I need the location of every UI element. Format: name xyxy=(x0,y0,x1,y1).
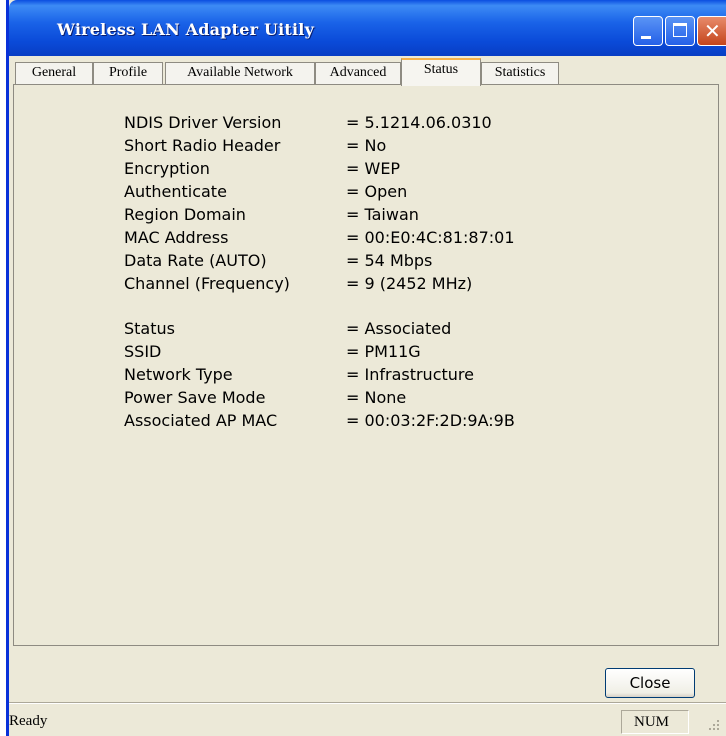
info-label: Channel (Frequency) xyxy=(124,274,290,293)
minimize-icon xyxy=(641,36,651,39)
tab-available-network[interactable]: Available Network xyxy=(165,62,315,84)
info-label: Region Domain xyxy=(124,205,246,224)
close-window-button[interactable]: ✕ xyxy=(697,16,726,46)
close-button[interactable]: Close xyxy=(605,668,695,698)
close-icon: ✕ xyxy=(704,19,721,43)
status-text: Ready xyxy=(9,713,48,729)
status-bar: Ready NUM xyxy=(9,704,726,736)
info-label: Authenticate xyxy=(124,182,227,201)
title-bar[interactable]: Wireless LAN Adapter Uitily ✕ xyxy=(9,0,726,56)
window-title: Wireless LAN Adapter Uitily xyxy=(57,20,315,39)
info-value: = 54 Mbps xyxy=(346,251,433,270)
minimize-button[interactable] xyxy=(633,16,663,46)
tab-statistics[interactable]: Statistics xyxy=(481,62,559,84)
info-value: = 5.1214.06.0310 xyxy=(346,113,492,132)
info-label: Network Type xyxy=(124,365,233,384)
info-value: = None xyxy=(346,388,407,407)
tab-advanced[interactable]: Advanced xyxy=(315,62,401,84)
app-window: Wireless LAN Adapter Uitily ✕ General Pr… xyxy=(6,0,726,736)
info-value: = No xyxy=(346,136,387,155)
info-label: Short Radio Header xyxy=(124,136,281,155)
info-value: = WEP xyxy=(346,159,401,178)
info-label: Data Rate (AUTO) xyxy=(124,251,267,270)
info-label: Status xyxy=(124,319,175,338)
tab-profile[interactable]: Profile xyxy=(93,62,163,84)
tab-status[interactable]: Status xyxy=(401,58,481,86)
tab-general[interactable]: General xyxy=(15,62,93,84)
maximize-button[interactable] xyxy=(665,16,695,46)
num-lock-indicator: NUM xyxy=(621,710,689,734)
resize-grip-icon[interactable] xyxy=(693,712,723,734)
info-value: = 00:E0:4C:81:87:01 xyxy=(346,228,515,247)
info-label: Associated AP MAC xyxy=(124,411,278,430)
maximize-icon xyxy=(673,23,687,37)
status-tab-panel: NDIS Driver Version = 5.1214.06.0310 Sho… xyxy=(13,84,719,646)
info-label: MAC Address xyxy=(124,228,229,247)
info-value: = Infrastructure xyxy=(346,365,474,384)
info-value: = 9 (2452 MHz) xyxy=(346,274,473,293)
info-label: Encryption xyxy=(124,159,210,178)
info-value: = 00:03:2F:2D:9A:9B xyxy=(346,411,515,430)
info-label: NDIS Driver Version xyxy=(124,113,282,132)
info-value: = Open xyxy=(346,182,408,201)
info-label: SSID xyxy=(124,342,162,361)
info-label: Power Save Mode xyxy=(124,388,266,407)
info-value: = PM11G xyxy=(346,342,421,361)
info-value: = Associated xyxy=(346,319,452,338)
info-value: = Taiwan xyxy=(346,205,419,224)
